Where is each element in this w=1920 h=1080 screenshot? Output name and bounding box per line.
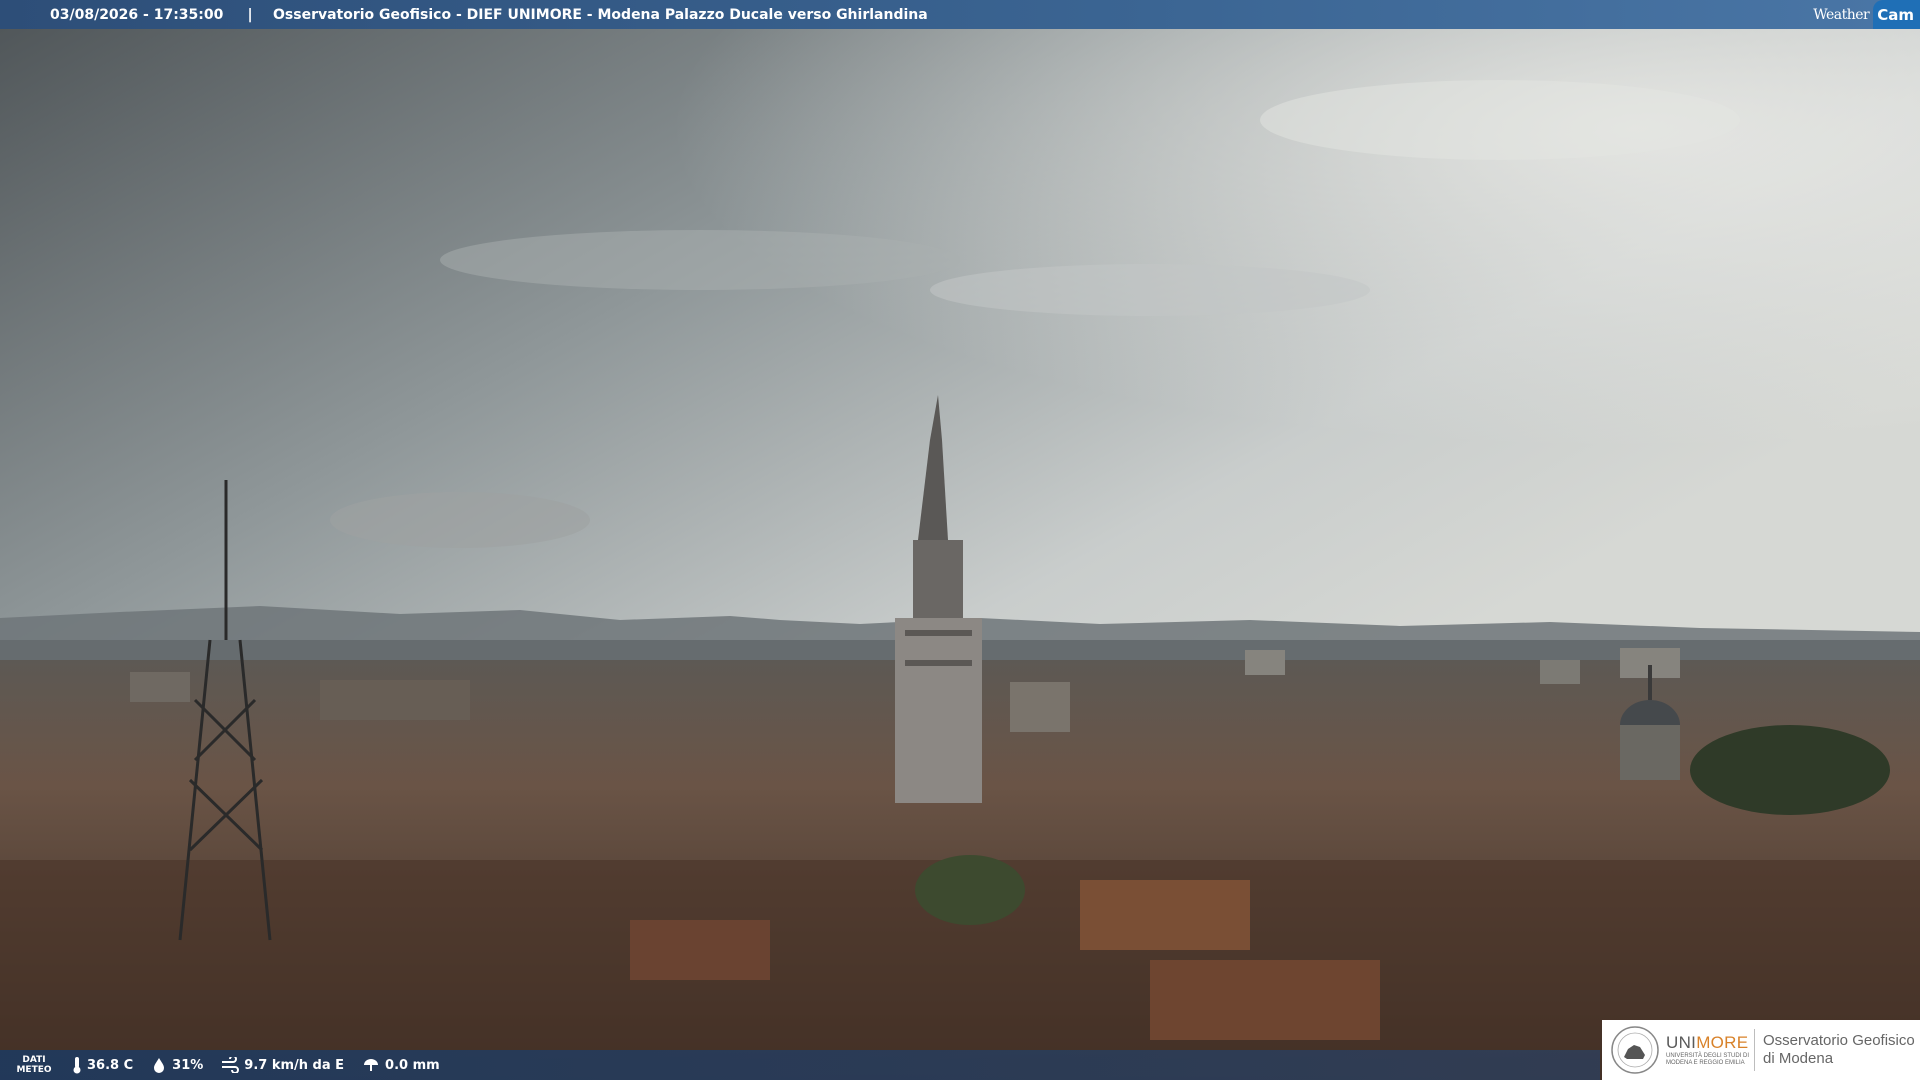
unimore-wordmark: UNIMORE UNIVERSITÀ DEGLI STUDI DI MODENA… — [1666, 1033, 1750, 1066]
humidity-reading: 31% — [151, 1057, 203, 1073]
weathercam-logo: Weather Cam — [1813, 0, 1920, 29]
building — [320, 680, 470, 720]
observatory-name: Osservatorio Geofisico di Modena — [1763, 1032, 1915, 1067]
trees — [915, 855, 1025, 925]
roof-block — [1150, 960, 1380, 1040]
rain-value: 0.0 mm — [385, 1057, 440, 1073]
thermometer-icon — [73, 1057, 81, 1074]
rain-icon — [364, 1059, 379, 1071]
unimore-seal-icon — [1611, 1026, 1659, 1074]
trees — [1690, 725, 1890, 815]
building — [1540, 660, 1580, 684]
roof-block — [630, 920, 770, 980]
humidity-drop-icon — [154, 1058, 165, 1073]
cloud — [1260, 80, 1740, 160]
building — [1245, 650, 1285, 675]
wind-reading: 9.7 km/h da E — [221, 1057, 344, 1073]
weather-data-bar: DATI METEO 36.8 C 31% 9.7 km/h da E 0.0 … — [0, 1050, 1600, 1080]
camera-title: Osservatorio Geofisico - DIEF UNIMORE - … — [273, 6, 928, 23]
cloud — [330, 492, 590, 548]
rain-reading: 0.0 mm — [362, 1057, 440, 1073]
temperature-reading: 36.8 C — [72, 1056, 133, 1074]
building — [1010, 682, 1070, 732]
humidity-value: 31% — [172, 1057, 204, 1073]
wind-icon — [222, 1057, 240, 1073]
brand-cam-text: Cam — [1873, 0, 1920, 29]
separator: | — [247, 6, 253, 23]
cloud — [440, 230, 960, 290]
brand-weather-text: Weather — [1813, 6, 1870, 23]
roof-block — [1080, 880, 1250, 950]
webcam-view — [0, 0, 1920, 1080]
wind-value: 9.7 km/h da E — [244, 1057, 345, 1073]
building — [130, 672, 190, 702]
temperature-value: 36.8 C — [87, 1057, 134, 1073]
timestamp: 03/08/2026 - 17:35:00 — [50, 6, 224, 23]
header-bar: 03/08/2026 - 17:35:00 | Osservatorio Geo… — [0, 0, 1920, 29]
logo-divider — [1754, 1029, 1755, 1071]
cloud — [930, 264, 1370, 316]
unimore-logo-panel: UNIMORE UNIVERSITÀ DEGLI STUDI DI MODENA… — [1602, 1020, 1920, 1080]
weather-data-label: DATI METEO — [16, 1055, 52, 1075]
